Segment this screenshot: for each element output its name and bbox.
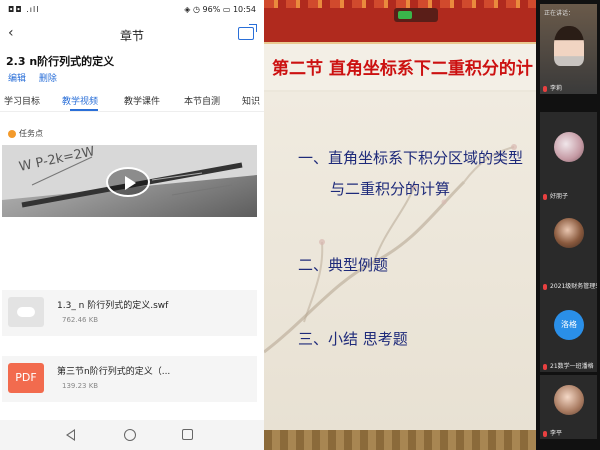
slide-top-border xyxy=(264,0,536,44)
content-tabs: 学习目标 教学视频 教学课件 本节自测 知识 xyxy=(0,90,264,112)
edit-link[interactable]: 编辑 xyxy=(8,74,26,84)
participant-tile[interactable]: 正在讲话： 李莉 xyxy=(540,4,597,94)
file-size: 762.46 KB xyxy=(62,316,99,324)
nav-bar: ‹ 章节 xyxy=(0,22,264,48)
participant-name: 李莉 xyxy=(550,85,563,92)
task-point: 任务点 xyxy=(8,128,43,139)
play-icon[interactable] xyxy=(106,167,150,197)
mic-icon xyxy=(543,431,547,437)
slide-outline-item-3: 三、小结 思考题 xyxy=(298,330,408,348)
share-toolbar[interactable] xyxy=(394,8,438,22)
participant-name: 21数学一班潘格 xyxy=(550,363,594,370)
slide-outline-item-2: 二、典型例题 xyxy=(298,256,389,274)
file-name: 第三节n阶行列式的定义（... xyxy=(57,367,171,377)
avatar xyxy=(554,218,584,248)
mic-icon xyxy=(543,86,547,92)
active-tab-indicator xyxy=(70,109,98,111)
participant-name: 2021级财务管理5班刘坤明 xyxy=(550,283,597,290)
tab-knowledge[interactable]: 知识 xyxy=(242,94,260,107)
page-title: 章节 xyxy=(119,29,144,43)
section-actions: 编辑 删除 xyxy=(8,71,67,84)
mic-icon xyxy=(543,284,547,290)
slide-bottom-border xyxy=(264,430,536,450)
nav-recent-icon[interactable] xyxy=(182,429,193,440)
task-point-dot-icon xyxy=(8,129,16,138)
participant-tile[interactable]: 洛格 21数学一班潘格 xyxy=(540,292,597,372)
system-nav-bar xyxy=(0,420,264,450)
share-icon[interactable] xyxy=(238,24,257,40)
mic-icon xyxy=(543,194,547,200)
avatar xyxy=(554,132,584,162)
battery-clock: ◈ ◷ 96% ▭ 10:54 xyxy=(184,5,256,14)
participant-tile[interactable]: 2021级财务管理5班刘坤明 xyxy=(540,202,597,292)
nav-back-icon-inner xyxy=(68,431,74,439)
phone-screen: ◘◘ .ıll ◈ ◷ 96% ▭ 10:54 ‹ 章节 2.3 n阶行列式的定… xyxy=(0,0,264,450)
sharing-indicator-icon xyxy=(398,11,412,19)
meeting-window: 第二节 直角坐标系下二重积分的计 一、直角坐标系下积分区域的类型 与二重积分的计… xyxy=(264,0,600,450)
participant-name: 李平 xyxy=(550,430,563,437)
cloud-icon xyxy=(8,297,44,327)
avatar xyxy=(554,385,584,415)
nav-home-icon[interactable] xyxy=(124,429,136,441)
file-item-swf[interactable]: 1.3_ n 阶行列式的定义.swf 762.46 KB xyxy=(2,290,257,336)
task-point-label: 任务点 xyxy=(19,129,43,138)
tab-courseware[interactable]: 教学课件 xyxy=(124,94,160,107)
tab-teaching-video[interactable]: 教学视频 xyxy=(62,94,98,107)
participant-panel: 正在讲话： 李莉 好朋子 2021级财务管理5班刘坤明 洛格 21数学一班潘格 xyxy=(536,0,600,450)
signal-status: ◘◘ .ıll xyxy=(8,5,40,14)
participant-name: 好朋子 xyxy=(550,193,569,200)
slide-title: 第二节 直角坐标系下二重积分的计 xyxy=(272,59,533,79)
file-name: 1.3_ n 阶行列式的定义.swf xyxy=(57,301,169,311)
participant-video xyxy=(554,26,584,66)
mic-icon xyxy=(543,364,547,370)
video-player[interactable]: W P-2k=2W xyxy=(2,145,257,217)
chapter-section-title: 2.3 n阶行列式的定义 xyxy=(6,55,115,68)
screenshot-stage: ◘◘ .ıll ◈ ◷ 96% ▭ 10:54 ‹ 章节 2.3 n阶行列式的定… xyxy=(0,0,600,450)
tab-learning-goals[interactable]: 学习目标 xyxy=(4,94,40,107)
pdf-icon: PDF xyxy=(8,363,44,393)
slide-outline-item-1-cont: 与二重积分的计算 xyxy=(330,180,451,198)
shared-slide: 第二节 直角坐标系下二重积分的计 一、直角坐标系下积分区域的类型 与二重积分的计… xyxy=(264,0,536,450)
tab-self-test[interactable]: 本节自测 xyxy=(184,94,220,107)
status-bar: ◘◘ .ıll ◈ ◷ 96% ▭ 10:54 xyxy=(0,0,264,22)
file-item-pdf[interactable]: PDF 第三节n阶行列式的定义（... 139.23 KB xyxy=(2,356,257,402)
participant-tile[interactable]: 好朋子 xyxy=(540,112,597,202)
delete-link[interactable]: 删除 xyxy=(39,74,57,84)
avatar: 洛格 xyxy=(554,310,584,340)
slide-outline-item-1: 一、直角坐标系下积分区域的类型 xyxy=(298,149,524,167)
speaking-label: 正在讲话： xyxy=(544,10,575,17)
participant-tile[interactable]: 李平 xyxy=(540,375,597,439)
file-size: 139.23 KB xyxy=(62,382,99,390)
